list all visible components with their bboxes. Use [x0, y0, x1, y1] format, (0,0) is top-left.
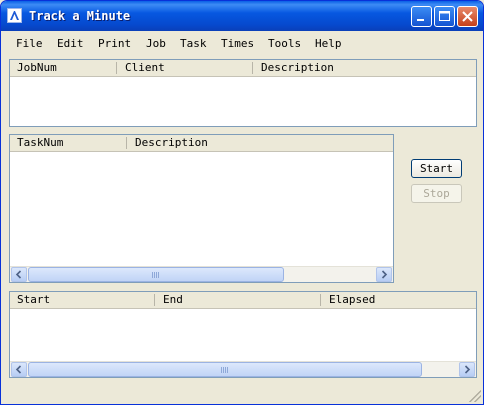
column-jobnum[interactable]: JobNum [10, 60, 116, 76]
chevron-left-icon [15, 365, 22, 374]
scroll-left-button[interactable] [11, 362, 27, 377]
scroll-thumb[interactable] [28, 362, 422, 377]
column-end[interactable]: End [156, 292, 320, 308]
menu-times[interactable]: Times [221, 37, 254, 50]
minimize-button[interactable] [411, 6, 432, 27]
scroll-thumb[interactable] [28, 267, 284, 282]
stop-button[interactable]: Stop [411, 184, 462, 203]
task-horizontal-scrollbar[interactable] [10, 266, 393, 282]
title-bar[interactable]: Track a Minute [1, 1, 483, 31]
chevron-left-icon [15, 270, 22, 279]
scroll-right-button[interactable] [376, 267, 392, 282]
task-list[interactable]: TaskNum Description [9, 134, 394, 283]
maximize-button[interactable] [434, 6, 455, 27]
menu-print[interactable]: Print [98, 37, 131, 50]
chevron-right-icon [381, 270, 388, 279]
start-button[interactable]: Start [411, 159, 462, 178]
column-description[interactable]: Description [128, 135, 388, 151]
column-client[interactable]: Client [118, 60, 252, 76]
window-title: Track a Minute [29, 9, 131, 23]
column-tasknum[interactable]: TaskNum [10, 135, 126, 151]
minimize-icon [417, 19, 424, 21]
chevron-right-icon [464, 365, 471, 374]
column-divider[interactable] [126, 137, 127, 149]
column-divider[interactable] [320, 294, 321, 306]
scroll-left-button[interactable] [11, 267, 27, 282]
column-divider[interactable] [154, 294, 155, 306]
time-entries-list[interactable]: Start End Elapsed [9, 291, 477, 378]
column-elapsed[interactable]: Elapsed [322, 292, 472, 308]
job-list[interactable]: JobNum Client Description [9, 59, 477, 127]
app-window: Track a Minute File Edit Print Job Task … [0, 0, 484, 405]
menu-job[interactable]: Job [146, 37, 166, 50]
status-bar [1, 378, 483, 404]
column-description[interactable]: Description [254, 60, 474, 76]
menu-tools[interactable]: Tools [268, 37, 301, 50]
scroll-right-button[interactable] [459, 362, 475, 377]
job-list-header: JobNum Client Description [10, 60, 476, 77]
close-icon [462, 11, 473, 22]
menu-bar: File Edit Print Job Task Times Tools Hel… [1, 31, 483, 54]
column-divider[interactable] [252, 62, 253, 74]
menu-task[interactable]: Task [180, 37, 207, 50]
resize-grip-icon[interactable] [469, 390, 481, 402]
app-icon[interactable] [7, 8, 22, 23]
maximize-icon [439, 11, 450, 14]
task-list-header: TaskNum Description [10, 135, 393, 152]
time-list-header: Start End Elapsed [10, 292, 476, 309]
menu-help[interactable]: Help [315, 37, 342, 50]
column-divider[interactable] [116, 62, 117, 74]
menu-file[interactable]: File [16, 37, 43, 50]
menu-edit[interactable]: Edit [57, 37, 84, 50]
close-button[interactable] [457, 6, 478, 27]
column-start[interactable]: Start [10, 292, 154, 308]
time-horizontal-scrollbar[interactable] [10, 361, 476, 377]
